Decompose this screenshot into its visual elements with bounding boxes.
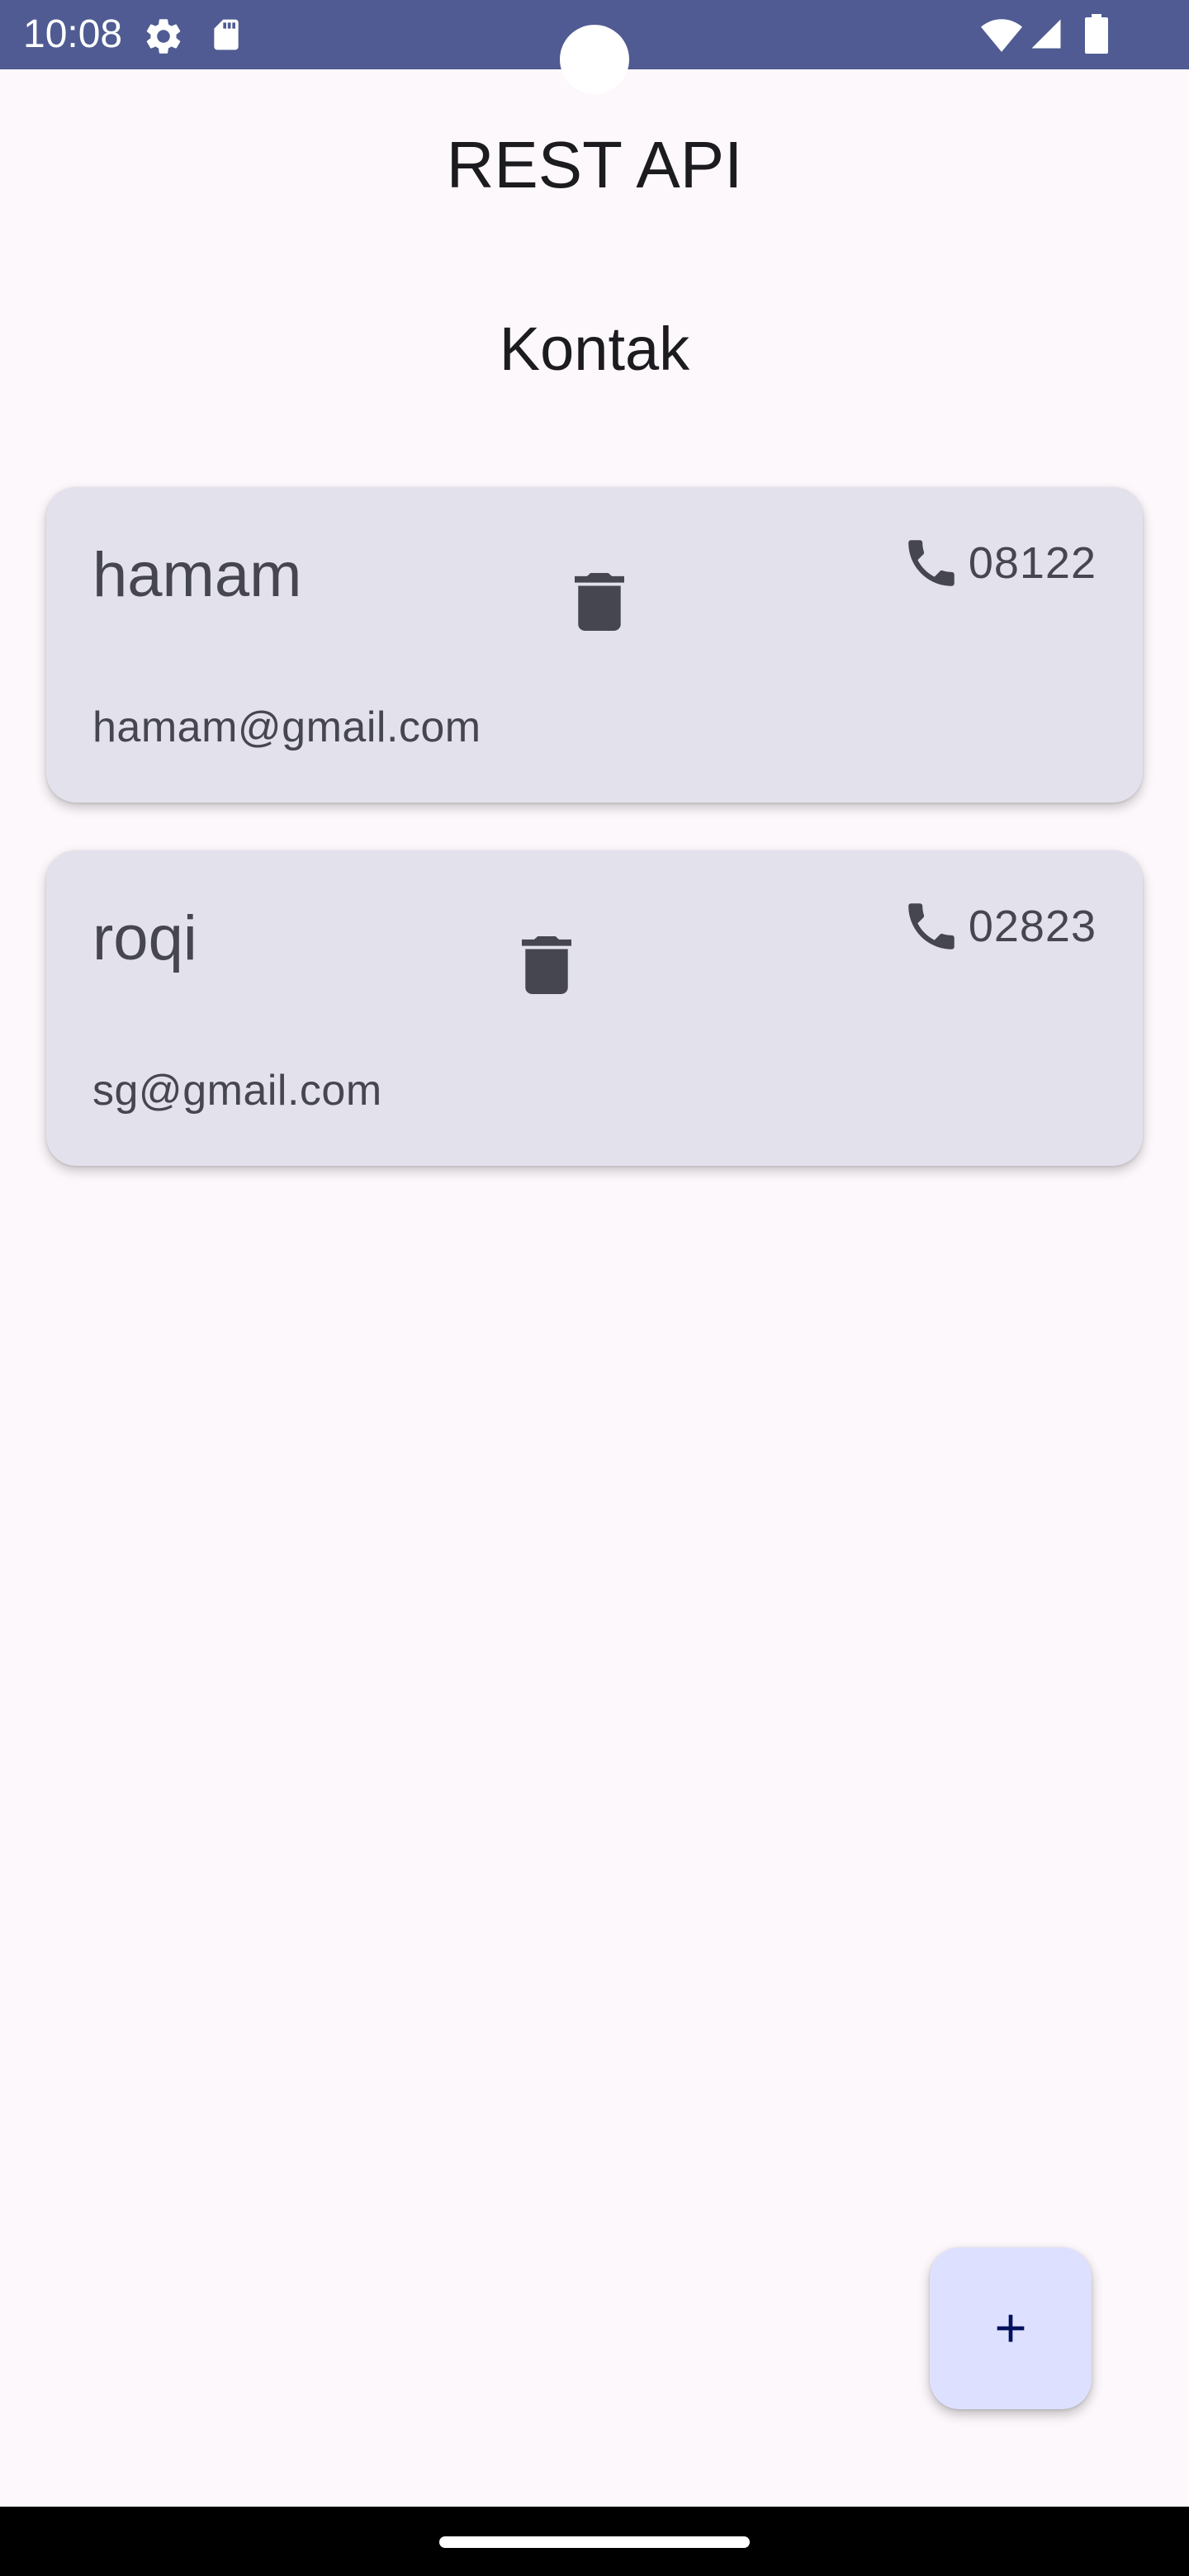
phone-icon (908, 903, 955, 949)
contact-email: hamam@gmail.com (92, 703, 481, 751)
contact-phone: 08122 (968, 538, 1097, 588)
phone-icon (908, 540, 955, 586)
contact-card[interactable]: roqi 02823 sg@gmail.com (46, 850, 1143, 1166)
contact-phone: 02823 (968, 902, 1097, 951)
battery-icon (1085, 14, 1108, 54)
plus-icon (997, 2314, 1025, 2342)
home-gesture-handle[interactable] (439, 2536, 750, 2548)
contact-email: sg@gmail.com (92, 1067, 382, 1115)
status-time: 10:08 (23, 12, 123, 56)
phone-info: 08122 (901, 533, 1097, 594)
cellular-signal-icon (1031, 19, 1061, 49)
camera-cutout (560, 25, 629, 94)
phone-info: 02823 (901, 896, 1097, 957)
app-title: REST API (446, 128, 743, 201)
wifi-icon (981, 19, 1022, 52)
contact-name: hamam (92, 540, 302, 610)
delete-button[interactable] (575, 573, 624, 631)
delete-button[interactable] (522, 936, 571, 994)
contact-name: roqi (92, 903, 197, 973)
sd-card-icon (214, 19, 239, 50)
add-contact-button[interactable] (930, 2247, 1092, 2409)
contact-card[interactable]: hamam 08122 hamam@gmail.com (46, 487, 1143, 803)
section-title: Kontak (499, 315, 690, 383)
settings-gear-icon (146, 19, 181, 54)
